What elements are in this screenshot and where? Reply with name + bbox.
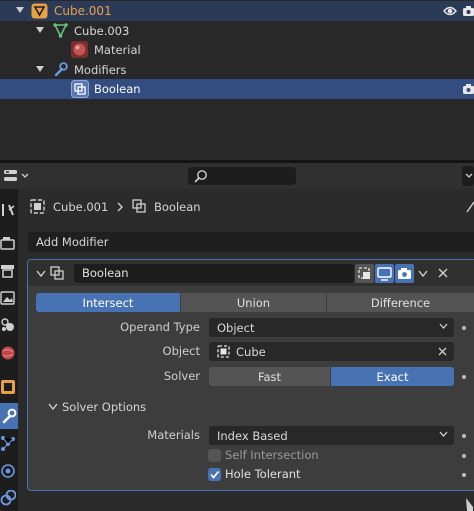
pin-icon[interactable]	[466, 200, 474, 214]
modifier-tab-active[interactable]	[0, 403, 18, 429]
material-icon	[71, 41, 88, 58]
view-layer-tab-icon[interactable]	[0, 290, 16, 306]
constraints-tab-icon[interactable]	[0, 490, 16, 506]
operation-intersect-button[interactable]: Intersect	[36, 293, 180, 312]
close-icon[interactable]	[438, 268, 448, 278]
object-breadcrumb-icon	[30, 199, 45, 214]
operation-difference-label: Difference	[370, 295, 431, 310]
operand-type-dropdown[interactable]: Object	[209, 318, 454, 337]
object-tab-icon[interactable]	[0, 379, 16, 395]
solver-fast-button[interactable]: Fast	[209, 367, 330, 386]
breadcrumb-modifier: Boolean	[154, 200, 201, 214]
scene-tab-icon[interactable]	[0, 317, 16, 333]
operation-union-button[interactable]: Union	[181, 293, 326, 312]
render-tab-icon[interactable]	[0, 235, 16, 251]
subpanel-collapse-icon[interactable]	[48, 403, 58, 411]
self-intersection-checkbox[interactable]	[208, 449, 221, 462]
hole-tolerant-label[interactable]: Hole Tolerant	[225, 467, 301, 481]
editor-type-icon[interactable]	[3, 169, 31, 183]
checkmark-icon	[209, 469, 220, 480]
world-tab-icon[interactable]	[0, 345, 16, 361]
solver-label: Solver	[163, 369, 200, 383]
outliner-label-cube001: Cube.001	[54, 4, 112, 18]
object-label: Object	[162, 344, 200, 358]
outliner-row-cube003[interactable]: Cube.003	[0, 21, 474, 41]
materials-value: Index Based	[217, 428, 288, 443]
area-corner-handle[interactable]	[464, 498, 474, 511]
solver-exact-button[interactable]: Exact	[331, 367, 454, 386]
chevron-down-icon	[439, 323, 448, 330]
viewport-display-toggle-icon[interactable]	[375, 264, 394, 283]
outliner-label-material: Material	[94, 43, 141, 57]
object-value: Cube	[236, 344, 266, 359]
hole-tolerant-checkbox[interactable]	[208, 468, 221, 481]
output-tab-icon[interactable]	[0, 263, 16, 279]
object-field[interactable]: Cube	[209, 342, 454, 361]
outliner-label-modifiers: Modifiers	[74, 63, 127, 77]
modifier-menu-chevron-icon[interactable]	[418, 270, 428, 278]
operation-union-label: Union	[236, 295, 271, 310]
animate-property-dot[interactable]	[462, 375, 466, 379]
outliner-label-cube003: Cube.003	[74, 24, 130, 38]
boolean-modifier-icon	[50, 266, 65, 281]
materials-label: Materials	[147, 428, 200, 442]
outliner-row-boolean[interactable]: Boolean	[0, 79, 474, 99]
operand-type-label: Operand Type	[120, 320, 200, 334]
operation-intersect-label: Intersect	[82, 295, 134, 310]
expand-arrow-icon[interactable]	[36, 66, 44, 73]
boolean-modifier-icon	[71, 80, 89, 98]
chevron-down-icon	[439, 431, 448, 438]
wrench-icon	[1, 408, 17, 424]
modifier-name-field[interactable]: Boolean	[74, 264, 354, 283]
animate-property-dot[interactable]	[462, 326, 466, 330]
expand-arrow-icon[interactable]	[16, 7, 24, 14]
boolean-breadcrumb-icon	[132, 199, 147, 214]
search-input[interactable]	[188, 167, 296, 185]
properties-header	[0, 163, 474, 189]
solver-exact-label: Exact	[376, 369, 409, 384]
add-modifier-label: Add Modifier	[36, 235, 109, 249]
outliner-label-boolean: Boolean	[94, 82, 141, 96]
render-toggle-icon[interactable]	[395, 264, 414, 283]
tool-tab-icon[interactable]	[0, 202, 16, 218]
animate-property-dot[interactable]	[462, 434, 466, 438]
edit-mode-toggle-icon[interactable]	[355, 264, 374, 283]
solver-fast-label: Fast	[257, 369, 282, 384]
camera-render-icon[interactable]	[463, 83, 474, 95]
breadcrumb-separator-icon	[116, 202, 124, 212]
animate-property-dot[interactable]	[462, 454, 466, 458]
options-dropdown-icon[interactable]	[462, 166, 474, 186]
modifier-name-text: Boolean	[82, 266, 129, 280]
outliner-row-material[interactable]: Material	[0, 40, 474, 60]
add-modifier-button[interactable]: Add Modifier	[28, 232, 474, 252]
object-field-icon	[217, 345, 230, 358]
wrench-icon	[53, 62, 68, 77]
outliner: Cube.001 Cube.003 Material Modifiers Boo…	[0, 0, 474, 160]
object-data-icon	[31, 3, 48, 19]
outliner-row-cube001[interactable]: Cube.001	[0, 1, 474, 21]
expand-arrow-icon[interactable]	[36, 27, 44, 34]
panel-collapse-icon[interactable]	[36, 270, 46, 278]
particles-tab-icon[interactable]	[0, 435, 16, 451]
breadcrumb-object: Cube.001	[53, 200, 109, 214]
properties-tabs	[0, 189, 18, 511]
operation-difference-button[interactable]: Difference	[327, 293, 474, 312]
self-intersection-label[interactable]: Self Intersection	[225, 448, 319, 462]
search-icon	[194, 169, 208, 183]
operand-type-value: Object	[217, 320, 255, 335]
mesh-data-icon	[53, 23, 68, 38]
materials-dropdown[interactable]: Index Based	[209, 426, 454, 445]
camera-render-icon[interactable]	[463, 5, 474, 17]
outliner-row-modifiers[interactable]: Modifiers	[0, 60, 474, 80]
physics-tab-icon[interactable]	[0, 463, 16, 479]
clear-icon[interactable]	[438, 347, 447, 356]
eye-icon[interactable]	[443, 5, 457, 17]
animate-property-dot[interactable]	[462, 473, 466, 477]
solver-options-header[interactable]: Solver Options	[62, 400, 146, 414]
